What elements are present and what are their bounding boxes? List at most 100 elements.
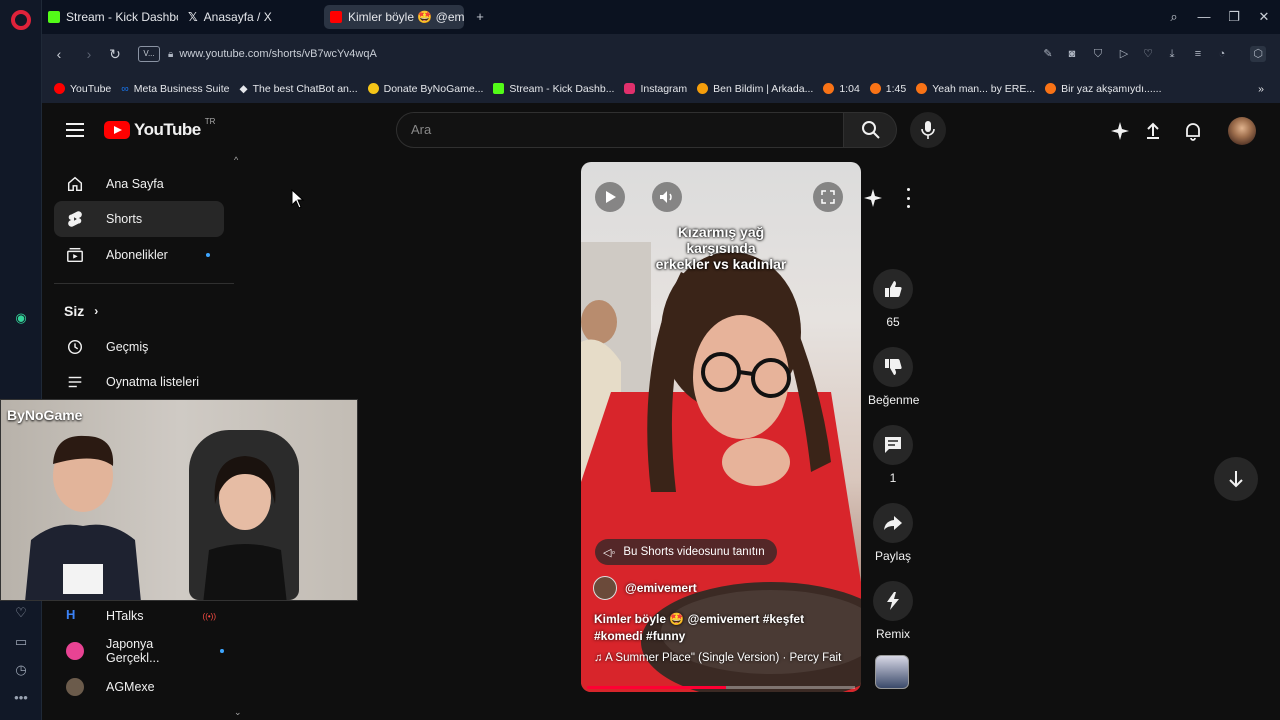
bookmarks-overflow-icon[interactable]: » xyxy=(1258,83,1264,95)
channel-info[interactable]: @emivemert xyxy=(593,576,697,600)
bookmark-meta[interactable]: ∞ Meta Business Suite xyxy=(121,83,229,95)
restore-icon[interactable]: ❐ xyxy=(1226,9,1242,25)
bookmark-chatbot[interactable]: ◆ The best ChatBot an... xyxy=(239,83,357,95)
guide-home[interactable]: Ana Sayfa xyxy=(54,166,224,202)
guide-shorts[interactable]: Shorts xyxy=(54,201,224,237)
camera-icon[interactable]: ◙ xyxy=(1064,46,1080,62)
remix-button[interactable]: Remix xyxy=(868,581,918,641)
bookmark-1-04[interactable]: 1:04 xyxy=(823,83,860,95)
extensions-icon[interactable]: ⬡ xyxy=(1250,46,1266,62)
more-options-icon[interactable] xyxy=(904,188,912,208)
chatbot-icon: ◆ xyxy=(239,82,248,95)
home-icon xyxy=(67,176,83,192)
dislike-icon xyxy=(885,359,902,375)
webcam-brand: ByNoGame xyxy=(7,407,83,423)
quiz-icon xyxy=(697,83,709,94)
cast-icon[interactable]: ▭ xyxy=(12,633,30,651)
progress-bar[interactable] xyxy=(587,686,855,689)
guide-subscriptions[interactable]: Abonelikler xyxy=(54,237,224,273)
volume-button[interactable] xyxy=(652,182,682,212)
sound-thumbnail[interactable] xyxy=(875,655,909,689)
play-button[interactable] xyxy=(595,182,625,212)
fullscreen-button[interactable] xyxy=(813,182,843,212)
kick-icon xyxy=(48,11,60,23)
htalks-avatar: H xyxy=(66,607,76,622)
guide-scroll-up-icon[interactable]: ^ xyxy=(234,155,238,165)
short-music[interactable]: ♫ A Summer Place" (Single Version) · Per… xyxy=(594,652,856,664)
account-avatar[interactable] xyxy=(1228,117,1256,145)
chevron-right-icon: › xyxy=(94,304,99,318)
guide-playlists[interactable]: Oynatma listeleri xyxy=(54,364,224,400)
next-short-button[interactable] xyxy=(1214,457,1258,501)
history-icon xyxy=(67,339,83,355)
youtube-logo[interactable]: YouTube TR xyxy=(104,117,215,140)
remix-icon xyxy=(887,592,899,610)
guide-sub-japonya[interactable]: Japonya Gerçekl... xyxy=(54,633,224,669)
like-button[interactable]: 65 xyxy=(868,269,918,329)
bookmark-ben-bildim[interactable]: Ben Bildim | Arkada... xyxy=(697,83,813,95)
like-icon xyxy=(885,281,902,297)
guide-menu-icon[interactable] xyxy=(66,123,84,137)
download-icon[interactable]: ⤓ xyxy=(1164,46,1180,62)
shorts-icon xyxy=(68,211,82,227)
notifications-icon[interactable] xyxy=(1183,121,1203,141)
share-button[interactable]: Paylaş xyxy=(868,503,918,563)
player-icon[interactable]: ▷ xyxy=(1116,46,1132,62)
address-bar: ‹ › ↻ V... 🔒︎ www.youtube.com/shorts/vB7… xyxy=(42,34,1280,74)
more-icon[interactable]: ••• xyxy=(12,689,30,707)
search-button[interactable] xyxy=(843,112,897,148)
history-icon[interactable]: ◷ xyxy=(12,661,30,679)
vpn-badge[interactable]: V... xyxy=(138,46,160,62)
opera-sidebar: ◉ ♡ ▭ ◷ ••• xyxy=(0,0,42,720)
streamer-left xyxy=(25,435,141,600)
upload-icon[interactable] xyxy=(1143,121,1163,141)
bookmark-yeah-man[interactable]: Yeah man... by ERE... xyxy=(916,83,1035,95)
guide-scroll-down-icon[interactable]: ⌄ xyxy=(234,707,242,718)
guide-history[interactable]: Geçmiş xyxy=(54,329,224,365)
comments-button[interactable]: 1 xyxy=(868,425,918,485)
short-title[interactable]: Kimler böyle 🤩 @emivemert #keşfet #komed… xyxy=(594,611,854,645)
dislike-button[interactable]: Beğenme xyxy=(868,347,919,407)
close-icon[interactable]: ✕ xyxy=(1256,9,1272,25)
forward-icon[interactable]: › xyxy=(80,45,98,63)
search-input[interactable]: Ara xyxy=(396,112,844,148)
tab-youtube-short[interactable]: Kimler böyle 🤩 @emiven xyxy=(324,5,464,29)
guide-sub-agmexe[interactable]: AGMexe xyxy=(54,669,224,705)
tab-bar: Stream - Kick Dashboard 𝕏 Anasayfa / X K… xyxy=(42,0,1280,34)
chatgpt-icon[interactable]: ◉ xyxy=(12,309,30,327)
donate-icon xyxy=(367,83,379,94)
voice-search-button[interactable] xyxy=(910,112,946,148)
music-icon xyxy=(916,83,928,94)
music-icon xyxy=(823,83,835,94)
bookmark-youtube[interactable]: YouTube xyxy=(54,83,111,95)
tab-kick[interactable]: Stream - Kick Dashboard xyxy=(42,5,178,29)
heart-icon[interactable]: ♡ xyxy=(12,604,30,622)
bookmark-heart-icon[interactable]: ♡ xyxy=(1140,46,1156,62)
shorts-player[interactable]: Kızarmış yağ karşısında erkekler vs kadı… xyxy=(581,162,861,692)
guide-you-header[interactable]: Siz › xyxy=(64,303,98,319)
profile-icon[interactable]: ◔ xyxy=(1214,46,1230,62)
back-icon[interactable]: ‹ xyxy=(50,45,68,63)
gemini-sparkle-icon[interactable] xyxy=(1110,121,1130,141)
volume-icon xyxy=(660,191,672,203)
reload-icon[interactable]: ↻ xyxy=(106,45,124,63)
new-tab-icon[interactable]: + xyxy=(472,9,488,25)
bookmark-donate[interactable]: Donate ByNoGame... xyxy=(367,83,483,95)
bookmark-instagram[interactable]: Instagram xyxy=(624,83,687,95)
guide-sub-htalks[interactable]: H HTalks ((•)) xyxy=(54,598,224,634)
youtube-favicon-icon xyxy=(330,11,342,23)
promote-short-button[interactable]: ◁◦ Bu Shorts videosunu tanıtın xyxy=(595,539,777,565)
bookmark-bir-yaz[interactable]: Bir yaz akşamıydı...... xyxy=(1045,83,1162,95)
search-tabs-icon[interactable]: ⌕ xyxy=(1166,9,1182,25)
url-text: www.youtube.com/shorts/vB7wcYv4wqA xyxy=(179,48,377,60)
bookmark-1-45[interactable]: 1:45 xyxy=(869,83,906,95)
tab-x[interactable]: 𝕏 Anasayfa / X xyxy=(182,5,318,29)
menu-icon[interactable]: ≡ xyxy=(1190,46,1206,62)
minimize-icon[interactable]: — xyxy=(1196,9,1212,25)
subscriptions-icon xyxy=(67,247,83,263)
opera-logo-icon[interactable] xyxy=(11,10,31,30)
bookmark-kick[interactable]: Stream - Kick Dashb... xyxy=(493,83,614,95)
edit-icon[interactable]: ✎ xyxy=(1040,46,1056,62)
gemini-ask-icon[interactable] xyxy=(863,188,883,208)
shield-icon[interactable]: ⛉ xyxy=(1090,46,1106,62)
